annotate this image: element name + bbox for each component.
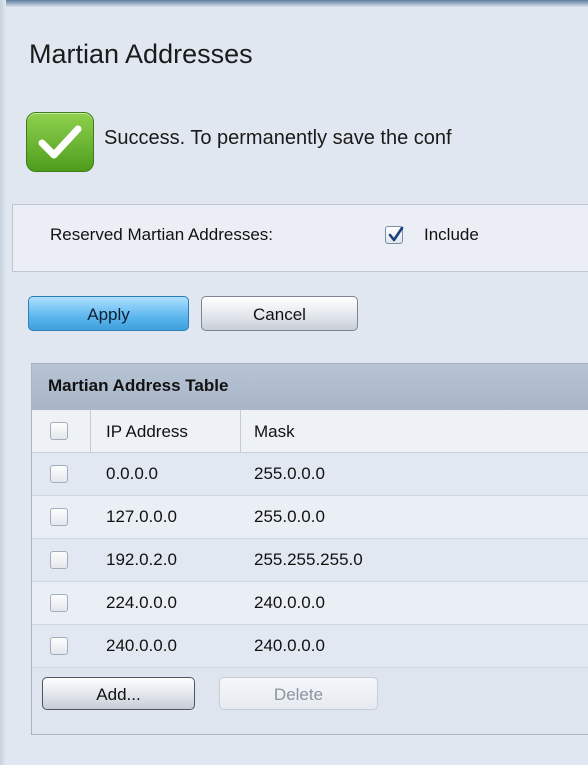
table-row[interactable]: 240.0.0.0 240.0.0.0 [32, 625, 588, 668]
ip-address-cell: 224.0.0.0 [106, 593, 177, 612]
mask-cell: 240.0.0.0 [254, 636, 325, 655]
row-checkbox[interactable] [50, 637, 68, 655]
martian-address-table: Martian Address Table IP Address Mask 0.… [31, 363, 588, 735]
select-all-checkbox[interactable] [50, 422, 68, 440]
table-row[interactable]: 192.0.2.0 255.255.255.0 [32, 539, 588, 582]
table-row[interactable]: 224.0.0.0 240.0.0.0 [32, 582, 588, 625]
column-header-ip-address[interactable]: IP Address [106, 422, 188, 442]
ip-address-cell: 192.0.2.0 [106, 550, 177, 569]
table-row[interactable]: 127.0.0.0 255.0.0.0 [32, 496, 588, 539]
table-caption: Martian Address Table [32, 364, 588, 410]
window-top-edge [0, 0, 588, 7]
table-header-row: IP Address Mask [32, 410, 588, 453]
table-row[interactable]: 0.0.0.0 255.0.0.0 [32, 453, 588, 496]
include-checkbox[interactable] [385, 226, 404, 244]
table-caption-text: Martian Address Table [48, 376, 229, 395]
mask-cell: 240.0.0.0 [254, 593, 325, 612]
row-checkbox[interactable] [50, 551, 68, 569]
reserved-martian-label: Reserved Martian Addresses: [50, 225, 273, 244]
ip-address-cell: 240.0.0.0 [106, 636, 177, 655]
row-checkbox[interactable] [50, 508, 68, 526]
column-divider [90, 410, 91, 452]
checkmark-icon [388, 226, 404, 242]
mask-cell: 255.0.0.0 [254, 507, 325, 526]
window-left-edge [0, 0, 6, 765]
table-body: 0.0.0.0 255.0.0.0 127.0.0.0 255.0.0.0 19… [32, 453, 588, 668]
ip-address-cell: 127.0.0.0 [106, 507, 177, 526]
row-checkbox[interactable] [50, 594, 68, 612]
row-checkbox[interactable] [50, 465, 68, 483]
page-title: Martian Addresses [29, 39, 253, 69]
delete-button[interactable]: Delete [219, 677, 378, 710]
apply-button[interactable]: Apply [28, 296, 189, 331]
column-divider [240, 410, 241, 452]
include-label: Include [424, 225, 479, 244]
ip-address-cell: 0.0.0.0 [106, 464, 158, 483]
reserved-martian-panel: Reserved Martian Addresses: Include [12, 204, 588, 272]
column-header-mask[interactable]: Mask [254, 422, 295, 442]
success-check-icon [26, 112, 94, 172]
success-message: Success. To permanently save the conf [104, 127, 452, 149]
add-button[interactable]: Add... [42, 677, 195, 710]
mask-cell: 255.255.255.0 [254, 550, 363, 569]
mask-cell: 255.0.0.0 [254, 464, 325, 483]
cancel-button[interactable]: Cancel [201, 296, 358, 331]
table-footer: Add... Delete [32, 668, 588, 734]
